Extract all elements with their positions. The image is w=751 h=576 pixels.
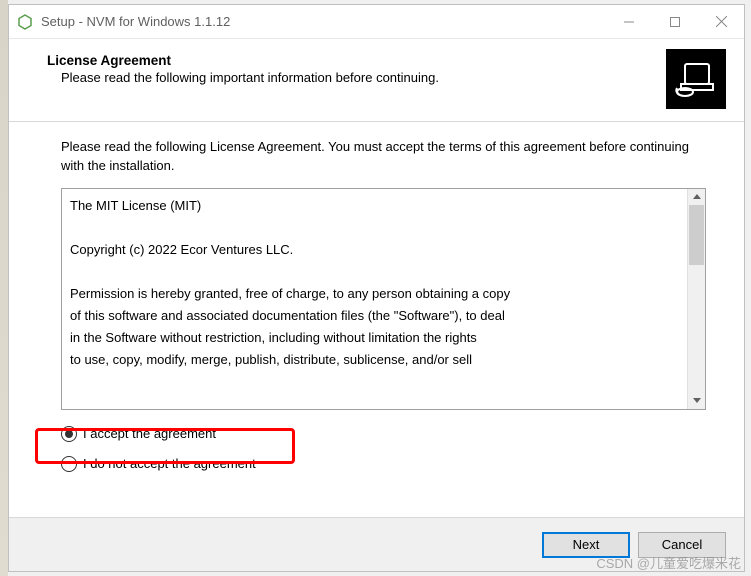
- installer-icon: [666, 49, 726, 109]
- radio-decline-label: I do not accept the agreement: [83, 456, 256, 471]
- radio-decline[interactable]: I do not accept the agreement: [61, 452, 706, 476]
- app-icon: [17, 14, 33, 30]
- scroll-thumb[interactable]: [689, 205, 704, 265]
- minimize-button[interactable]: [606, 5, 652, 38]
- window-title: Setup - NVM for Windows 1.1.12: [41, 14, 606, 29]
- scrollbar[interactable]: [687, 189, 705, 409]
- installer-window: Setup - NVM for Windows 1.1.12 License A…: [8, 4, 745, 572]
- background-sliver: [0, 0, 8, 576]
- scroll-down-arrow[interactable]: [688, 393, 705, 409]
- instruction-text: Please read the following License Agreem…: [61, 138, 706, 176]
- agreement-radio-group: I accept the agreement I do not accept t…: [61, 422, 706, 482]
- next-button-label: Next: [573, 537, 600, 552]
- radio-accept-label: I accept the agreement: [83, 426, 216, 441]
- license-content: The MIT License (MIT) Copyright (c) 2022…: [62, 189, 687, 409]
- radio-accept[interactable]: I accept the agreement: [61, 422, 706, 446]
- cancel-button-label: Cancel: [662, 537, 702, 552]
- maximize-button[interactable]: [652, 5, 698, 38]
- wizard-header: License Agreement Please read the follow…: [9, 39, 744, 122]
- window-controls: [606, 5, 744, 38]
- wizard-footer: Next Cancel: [9, 517, 744, 571]
- wizard-body: Please read the following License Agreem…: [9, 122, 744, 517]
- next-button[interactable]: Next: [542, 532, 630, 558]
- scroll-up-arrow[interactable]: [688, 189, 705, 205]
- close-button[interactable]: [698, 5, 744, 38]
- radio-icon: [61, 456, 77, 472]
- license-textbox[interactable]: The MIT License (MIT) Copyright (c) 2022…: [61, 188, 706, 410]
- cancel-button[interactable]: Cancel: [638, 532, 726, 558]
- page-title: License Agreement: [47, 53, 666, 68]
- titlebar: Setup - NVM for Windows 1.1.12: [9, 5, 744, 39]
- radio-icon: [61, 426, 77, 442]
- radio-selected-dot: [65, 430, 73, 438]
- page-subtitle: Please read the following important info…: [47, 70, 666, 85]
